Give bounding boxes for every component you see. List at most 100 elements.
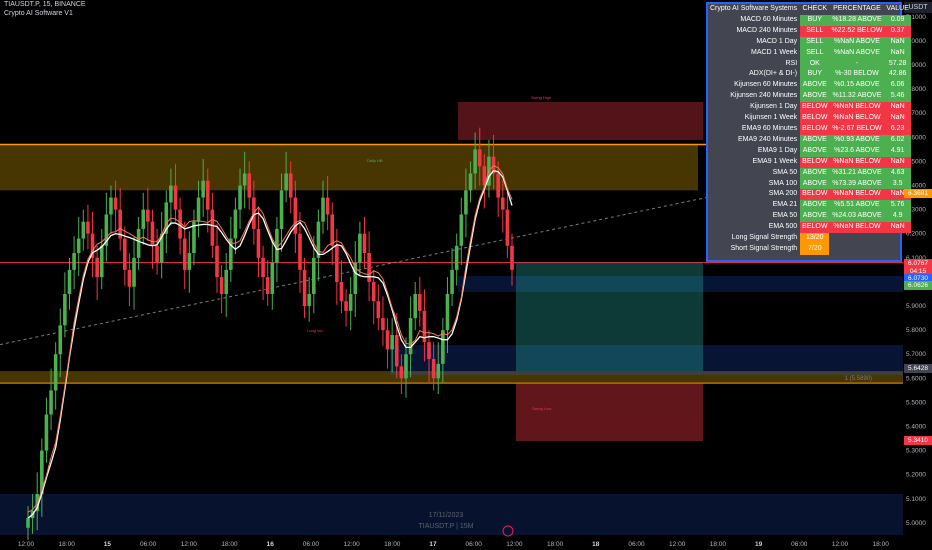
signal-row: SMA 100 ABOVE %73.39 ABOVE 3.5: [708, 178, 911, 190]
candle-body: [362, 233, 367, 254]
x-tick-label: 12:00: [506, 541, 523, 548]
signal-percentage: %NaN BELOW: [829, 102, 885, 114]
signal-check: ABOVE: [800, 178, 830, 190]
signal-check: BELOW: [800, 222, 830, 234]
signal-check: BELOW: [800, 102, 830, 114]
candle-body: [155, 245, 159, 263]
signal-row: Kijunsen 1 Day BELOW %NaN BELOW NaN: [708, 102, 911, 114]
signal-name: SMA 50: [772, 168, 798, 176]
x-tick-label: 18:00: [59, 541, 76, 548]
zone-label-resistance: Daily HB: [367, 158, 383, 163]
candle-body: [132, 257, 136, 287]
header-value: VALUE: [886, 5, 909, 12]
candle-body: [238, 185, 242, 210]
signal-check: BELOW: [800, 113, 830, 124]
signal-row: Kijunsen 240 Minutes ABOVE %11.32 ABOVE 5.4…: [708, 91, 911, 103]
candle-body: [288, 173, 293, 198]
signal-check: SELL: [800, 36, 830, 48]
signal-percentage: %31.21 ABOVE: [829, 167, 885, 179]
signal-percentage: %0.15 ABOVE: [829, 80, 885, 92]
candle-body: [477, 149, 482, 167]
signal-percentage: %NaN BELOW: [829, 113, 885, 124]
y-tick-label: 5.8000: [906, 327, 926, 334]
signal-percentage: %22.52 BELOW: [829, 25, 885, 37]
signal-percentage: %24.03 ABOVE: [829, 211, 885, 223]
signal-value: 4.91: [884, 145, 911, 157]
signal-percentage: %NaN BELOW: [829, 156, 885, 168]
signal-name: MACD 1 Day: [756, 37, 798, 45]
signal-check: OK: [800, 58, 830, 70]
resistance-zone: [0, 144, 698, 191]
candle-body: [496, 173, 500, 198]
price-tag: 5.3410: [904, 436, 932, 446]
candle-body: [348, 293, 353, 311]
signal-value: NaN: [884, 102, 911, 114]
y-tick-label: 5.0000: [906, 520, 926, 527]
candle-body: [284, 173, 288, 191]
candle-body: [113, 197, 118, 210]
candle-body: [399, 366, 404, 379]
candle-body: [404, 354, 408, 379]
candle-body: [390, 334, 394, 350]
header-check: CHECK: [802, 5, 828, 12]
candle-body: [394, 334, 399, 367]
signal-name: SMA 100: [768, 179, 798, 187]
indicator-title[interactable]: Crypto AI Software V1: [4, 10, 73, 17]
candle-body: [464, 190, 468, 215]
symbol-title[interactable]: TIAUSDT.P, 15, BINANCE: [4, 1, 86, 8]
zone-label-top: Swing High: [531, 95, 551, 100]
candle-body: [376, 301, 381, 319]
candle-body: [500, 197, 505, 210]
signal-name: EMA 500: [768, 223, 798, 231]
candle-body: [408, 318, 413, 355]
candle-body: [99, 245, 104, 278]
candle-body: [86, 221, 90, 234]
signal-value: 6.23: [884, 123, 911, 135]
signal-value: 0.37: [884, 25, 911, 37]
candle-body: [109, 197, 113, 215]
candle-body: [459, 214, 464, 246]
candle-body: [233, 209, 238, 239]
long-strength-value: 13/20: [800, 233, 830, 244]
signal-row: Kijunsen 60 Minutes ABOVE %0.15 ABOVE 6.06: [708, 80, 911, 92]
signal-row: EMA 500 BELOW %NaN BELOW NaN: [708, 222, 911, 234]
signal-value: 6.02: [884, 134, 911, 146]
candle-body: [270, 262, 275, 294]
x-tick-label: 06:00: [303, 541, 320, 548]
signal-check: ABOVE: [800, 167, 830, 179]
candle-body: [67, 269, 72, 294]
candle-body: [182, 238, 187, 270]
long-strength-label: Long Signal Strength: [731, 234, 798, 242]
top-zone: [458, 102, 703, 140]
x-tick-label: 17: [429, 541, 437, 548]
candle-body: [468, 173, 473, 191]
candle-body: [76, 238, 81, 254]
signal-percentage: %NaN ABOVE: [829, 36, 885, 48]
signal-percentage: %18.28 ABOVE: [829, 14, 885, 26]
candle-body: [418, 293, 422, 311]
signal-percentage: %-30 BELOW: [829, 69, 885, 81]
candle-body: [256, 228, 261, 258]
price-tag: 6.3681: [904, 188, 932, 198]
candle-body: [187, 253, 192, 270]
candle-body: [311, 257, 316, 294]
candle-body: [330, 214, 335, 246]
signal-percentage: %-2.67 BELOW: [829, 123, 885, 135]
candle-body: [123, 238, 127, 270]
signal-row: EMA9 240 Minutes ABOVE %0.93 ABOVE 6.02: [708, 134, 911, 146]
signal-name: MACD 1 Week: [750, 48, 798, 56]
watermark-symbol: TIAUSDT.P | 15M: [419, 523, 474, 530]
header-systems: Crypto AI Software Systems: [710, 5, 798, 12]
signal-name: EMA9 60 Minutes: [741, 124, 798, 132]
candle-body: [136, 228, 141, 258]
y-tick-label: 5.7000: [906, 351, 926, 358]
candle-body: [325, 197, 330, 215]
signal-table-panel: Crypto AI Software Systems CHECK PERCENT…: [706, 2, 911, 262]
candle-body: [81, 221, 86, 239]
candle-body: [413, 293, 417, 319]
signal-value: 5.46: [884, 91, 911, 103]
signal-name: Kijunsen 240 Minutes: [730, 92, 798, 100]
signal-name: SMA 200: [768, 190, 798, 198]
candle-body: [445, 293, 450, 331]
x-tick-label: 19: [755, 541, 763, 548]
